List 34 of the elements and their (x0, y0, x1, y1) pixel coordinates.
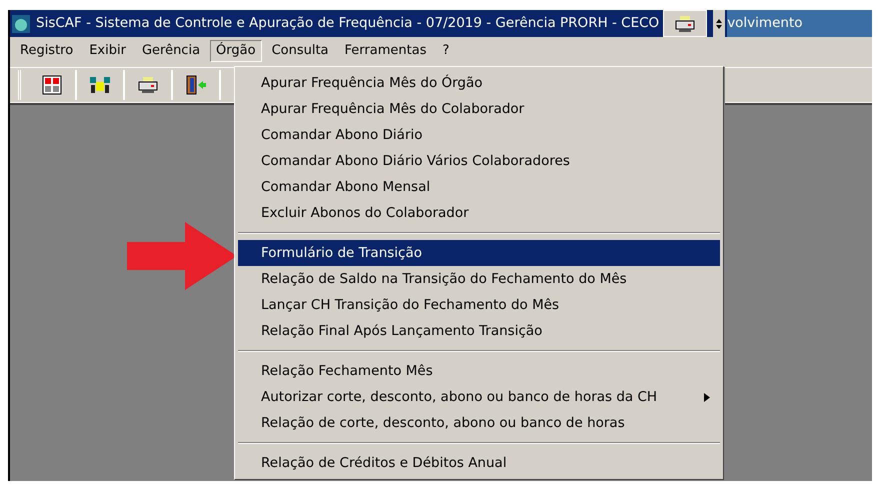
window-title: SisCAF - Sistema de Controle e Apuração de Frequência - 07/2019 - Gerência PRORH - CECO (36, 14, 660, 34)
taskbar-button[interactable] (663, 10, 708, 37)
calendar-icon (42, 75, 62, 95)
menu-option[interactable]: Excluir Abonos do Colaborador (238, 200, 720, 226)
menu-option[interactable]: Relação de Créditos e Débitos Anual (238, 450, 720, 476)
printer-icon (138, 76, 158, 94)
people-icon (89, 75, 111, 95)
menu-item[interactable]: Exibir (83, 40, 132, 62)
door-icon (185, 75, 207, 95)
menu-item[interactable]: ? (436, 40, 456, 62)
spin-down-icon (716, 24, 722, 28)
menu-item[interactable]: Gerência (136, 40, 206, 62)
menu-option[interactable]: Relação de corte, desconto, abono ou banco de horas (238, 410, 720, 436)
menu-item[interactable]: Consulta (266, 40, 335, 62)
app-icon (12, 14, 30, 32)
menu-option[interactable]: Relação Fechamento Mês (238, 358, 720, 384)
submenu-arrow-icon (704, 392, 710, 402)
menu-item[interactable]: Registro (14, 40, 80, 62)
menu-option[interactable]: Apurar Frequência Mês do Órgão (238, 70, 720, 96)
menu-item[interactable]: Ferramentas (338, 40, 432, 62)
menu-option[interactable]: Comandar Abono Diário (238, 122, 720, 148)
menu-item[interactable]: Órgão (210, 40, 262, 62)
menu-option[interactable]: Relação Final Após Lançamento Transição (238, 318, 720, 344)
menu-option[interactable]: Formulário de Transição (238, 240, 720, 266)
menu-option[interactable]: Autorizar corte, desconto, abono ou banco de horas da CH (238, 384, 720, 410)
spin-up-icon (716, 18, 722, 22)
menu-option[interactable]: Lançar CH Transição do Fechamento do Mês (238, 292, 720, 318)
menu-option[interactable]: Apurar Frequência Mês do Colaborador (238, 96, 720, 122)
printer-icon (675, 14, 696, 32)
window-title-fragment: volvimento (727, 10, 872, 37)
menu-option[interactable]: Comandar Abono Diário Vários Colaboradores (238, 148, 720, 174)
menu-option[interactable]: Comandar Abono Mensal (238, 174, 720, 200)
menu-option[interactable]: Relação de Saldo na Transição do Fechamento do Mês (238, 266, 720, 292)
spinner-control[interactable] (713, 10, 726, 37)
